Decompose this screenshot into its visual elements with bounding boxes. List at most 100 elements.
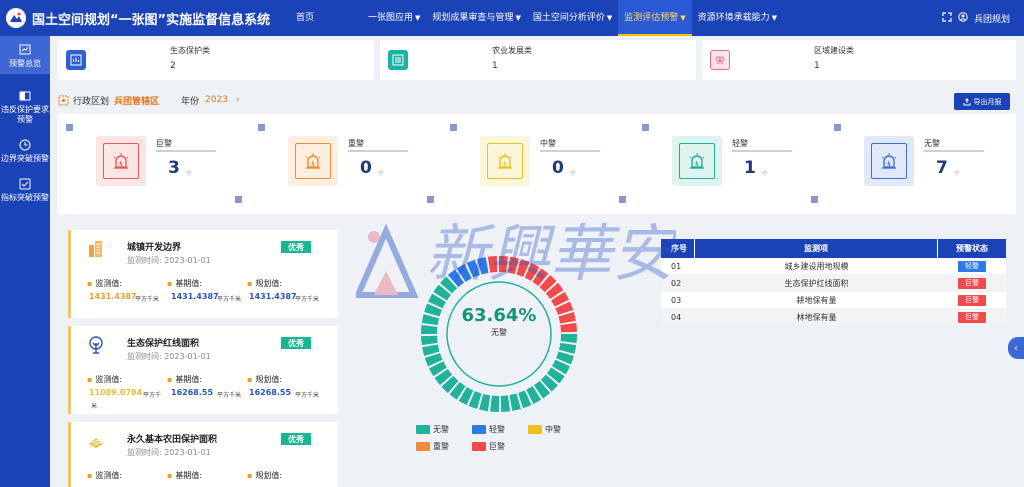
gauge-label: 无警 (491, 328, 507, 337)
alarm-icon (487, 143, 523, 179)
monitor-value: 1431.4387 (89, 292, 137, 301)
category-count: 2 (170, 61, 176, 71)
level-count: 7 (936, 158, 948, 178)
value-unit: 米 (91, 403, 98, 410)
user-name[interactable]: 兵团规划 (974, 12, 1010, 25)
boundary-icon (19, 139, 31, 151)
monitor-time: 监测时间: 2023-01-01 (127, 352, 211, 361)
row-number: 03 (671, 295, 682, 305)
level-name: 轻警 (732, 139, 748, 148)
legend-item-medium[interactable]: 中警 (528, 424, 561, 435)
app-logo-icon (6, 8, 26, 28)
category-name: 农业发展类 (492, 46, 532, 55)
gauge-segment (487, 256, 498, 273)
table-row[interactable]: 01 城乡建设用地规模 轻警 (661, 258, 1006, 275)
chevron-right-icon[interactable]: › (236, 95, 240, 105)
status-badge: 优秀 (281, 241, 311, 253)
level-card-medium[interactable]: 中警 0 个 (442, 114, 632, 214)
fullscreen-icon[interactable] (942, 11, 952, 25)
sidebar-item-boundary[interactable]: 边界突破预警 (0, 133, 50, 168)
category-card-construction[interactable]: 区域建设类 1 (702, 40, 1016, 80)
value-unit: 平方千米 (217, 296, 242, 303)
indicator-icon (19, 178, 31, 190)
sidebar-item-overview[interactable]: 预警总览 (0, 36, 50, 74)
base-value-label: ▪ 基期值: (167, 471, 203, 480)
row-item: 城乡建设用地规模 (784, 261, 849, 271)
region-label: 行政区划 (73, 96, 110, 107)
table-row[interactable]: 04 林地保有量 巨警 (661, 309, 1006, 326)
export-report-button[interactable]: 导出月报 (954, 93, 1010, 110)
level-count: 3 (168, 158, 180, 178)
nav-item-map-app[interactable]: 一张图应用 ▼ (362, 0, 426, 36)
level-card-severe[interactable]: 重警 0 个 (250, 114, 440, 214)
plan-value-label: ▪ 规划值: (247, 471, 283, 480)
warning-table: 序号 监测项 预警状态 01 城乡建设用地规模 轻警 02 生态保护红线面积 巨… (661, 239, 1006, 326)
status-badge: 优秀 (281, 337, 311, 349)
level-card-none[interactable]: 无警 7 个 (826, 114, 1016, 214)
monitor-value-label: ▪ 监测值: (87, 375, 123, 384)
category-card-ecology[interactable]: 生态保护类 2 (58, 40, 374, 80)
monitor-value-label: ▪ 监测值: (87, 279, 123, 288)
level-unit: 个 (762, 171, 769, 178)
collapse-panel-button[interactable]: ‹ (1008, 337, 1024, 359)
row-number: 01 (671, 261, 682, 271)
top-right-tools: 兵团规划 (942, 0, 1010, 36)
monitor-value: 11089.0704 (89, 388, 143, 397)
sidebar: 预警总览 违反保护要求预警 边界突破预警 指标突破预警 (0, 36, 50, 487)
status-badge: 巨警 (958, 294, 986, 306)
filter-bar: 行政区划 兵团管辖区 年份 2023 › (58, 92, 240, 108)
nav-item-plan-review[interactable]: 规划成果审查与管理 ▼ (426, 0, 526, 36)
plan-value-label: ▪ 规划值: (247, 279, 283, 288)
monitor-time: 监测时间: 2023-01-01 (127, 256, 211, 265)
region-select[interactable]: 兵团管辖区 (114, 94, 159, 107)
alarm-icon (295, 143, 331, 179)
column-header: 预警状态 (956, 244, 988, 253)
top-header: 国土空间规划“一张图”实施监督信息系统 首页 一张图应用 ▼ 规划成果审查与管理 ▼… (0, 0, 1024, 36)
level-count: 1 (744, 158, 756, 178)
indicator-card-farmland[interactable]: 永久基本农田保护面积 监测时间: 2023-01-01 优秀 ▪ 监测值: ▪ 基期… (68, 422, 338, 487)
value-unit: 平方千米 (217, 392, 242, 399)
nav-item-monitor-warning[interactable]: 监测评估预警 ▼ (618, 0, 692, 36)
year-select[interactable]: 2023 (205, 95, 228, 105)
gauge-segment (500, 395, 511, 412)
alarm-icon (679, 143, 715, 179)
chevron-left-icon: ‹ (1014, 342, 1018, 354)
sidebar-item-protect[interactable]: 违反保护要求预警 (0, 84, 50, 129)
farmland-icon (89, 438, 103, 448)
nav-item-home[interactable]: 首页 (290, 0, 320, 36)
level-card-extreme[interactable]: 巨警 3 个 (58, 114, 248, 214)
gauge-percent: 63.64% (461, 305, 537, 326)
level-name: 中警 (540, 139, 556, 148)
status-badge: 巨警 (958, 311, 986, 323)
value-unit: 平方千 (143, 392, 162, 399)
plan-value: 16268.55 (249, 388, 292, 397)
indicator-title: 永久基本农田保护面积 (127, 435, 218, 445)
warning-gauge: 63.64% 无警 (420, 255, 578, 413)
indicator-card-urban-boundary[interactable]: 城镇开发边界 监测时间: 2023-01-01 优秀 ▪ 监测值: ▪ 基期值: ▪… (68, 230, 338, 318)
monitor-time: 监测时间: 2023-01-01 (127, 448, 211, 457)
chevron-down-icon: ▼ (680, 14, 686, 22)
level-name: 巨警 (156, 139, 172, 148)
legend-item-extreme[interactable]: 巨警 (472, 441, 505, 452)
main-nav: 首页 一张图应用 ▼ 规划成果审查与管理 ▼ 国土空间分析评价 ▼ 监测评估预警 ▼ 资… (290, 0, 783, 36)
nav-item-analysis[interactable]: 国土空间分析评价 ▼ (527, 0, 618, 36)
row-item: 耕地保有量 (796, 295, 837, 305)
table-row[interactable]: 02 生态保护红线面积 巨警 (661, 275, 1006, 292)
category-card-agriculture[interactable]: 农业发展类 1 (380, 40, 696, 80)
legend-item-none[interactable]: 无警 (416, 424, 449, 435)
legend-item-light[interactable]: 轻警 (472, 424, 505, 435)
value-unit: 平方千米 (295, 392, 320, 399)
nav-item-capacity[interactable]: 资源环境承载能力 ▼ (692, 0, 783, 36)
agriculture-icon (388, 50, 408, 70)
sidebar-item-indicator[interactable]: 指标突破预警 (0, 172, 50, 207)
status-badge: 巨警 (958, 277, 986, 289)
category-count: 1 (492, 61, 498, 71)
level-card-light[interactable]: 轻警 1 个 (634, 114, 824, 214)
chevron-down-icon: ▼ (515, 14, 521, 22)
legend-item-severe[interactable]: 重警 (416, 441, 449, 452)
ecology-icon (66, 50, 86, 70)
user-icon[interactable] (958, 11, 968, 25)
indicator-card-ecology-redline[interactable]: 生态保护红线面积 监测时间: 2023-01-01 优秀 ▪ 监测值: ▪ 基期值:… (68, 326, 338, 414)
table-row[interactable]: 03 耕地保有量 巨警 (661, 292, 1006, 309)
base-value: 16268.55 (171, 388, 214, 397)
